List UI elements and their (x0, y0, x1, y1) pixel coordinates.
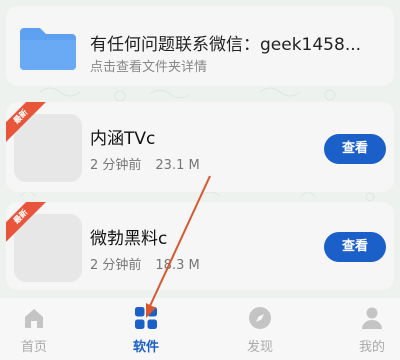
tab-software[interactable]: 软件 (96, 298, 196, 360)
bottom-tab-bar: 首页 软件 发现 我的 (0, 298, 400, 360)
user-icon (362, 307, 382, 329)
view-button[interactable]: 查看 (324, 232, 386, 262)
folder-icon (20, 28, 76, 70)
app-card[interactable]: 最新 微勃黑料c 2 分钟前 18.3 M 查看 (6, 202, 394, 290)
tab-discover[interactable]: 发现 (210, 298, 310, 360)
app-time: 2 分钟前 (90, 258, 142, 273)
app-meta: 2 分钟前 23.1 M (90, 154, 200, 173)
view-button[interactable]: 查看 (324, 134, 386, 164)
tab-home[interactable]: 首页 (0, 298, 84, 360)
home-icon (25, 309, 43, 328)
new-badge: 最新 (6, 202, 48, 244)
app-meta: 2 分钟前 18.3 M (90, 254, 200, 273)
app-name: 内涵TVc (90, 129, 156, 149)
app-size: 18.3 M (155, 258, 200, 273)
tab-home-label: 首页 (20, 340, 47, 355)
compass-icon (249, 307, 271, 329)
app-card[interactable]: 最新 内涵TVc 2 分钟前 23.1 M 查看 (6, 102, 394, 192)
folder-subtitle: 点击查看文件夹详情 (90, 60, 208, 75)
tab-discover-label: 发现 (246, 340, 273, 355)
tab-mine-label: 我的 (358, 340, 385, 355)
new-badge: 最新 (6, 102, 48, 144)
app-name: 微勃黑料c (90, 229, 168, 249)
folder-title: 有任何问题联系微信：geek1458... (90, 35, 362, 55)
app-time: 2 分钟前 (90, 158, 142, 173)
tab-software-label: 软件 (132, 340, 159, 355)
tab-mine[interactable]: 我的 (322, 298, 400, 360)
apps-grid-icon (135, 307, 157, 329)
folder-card[interactable]: 有任何问题联系微信：geek1458... 点击查看文件夹详情 (6, 6, 394, 86)
app-size: 23.1 M (155, 158, 200, 173)
